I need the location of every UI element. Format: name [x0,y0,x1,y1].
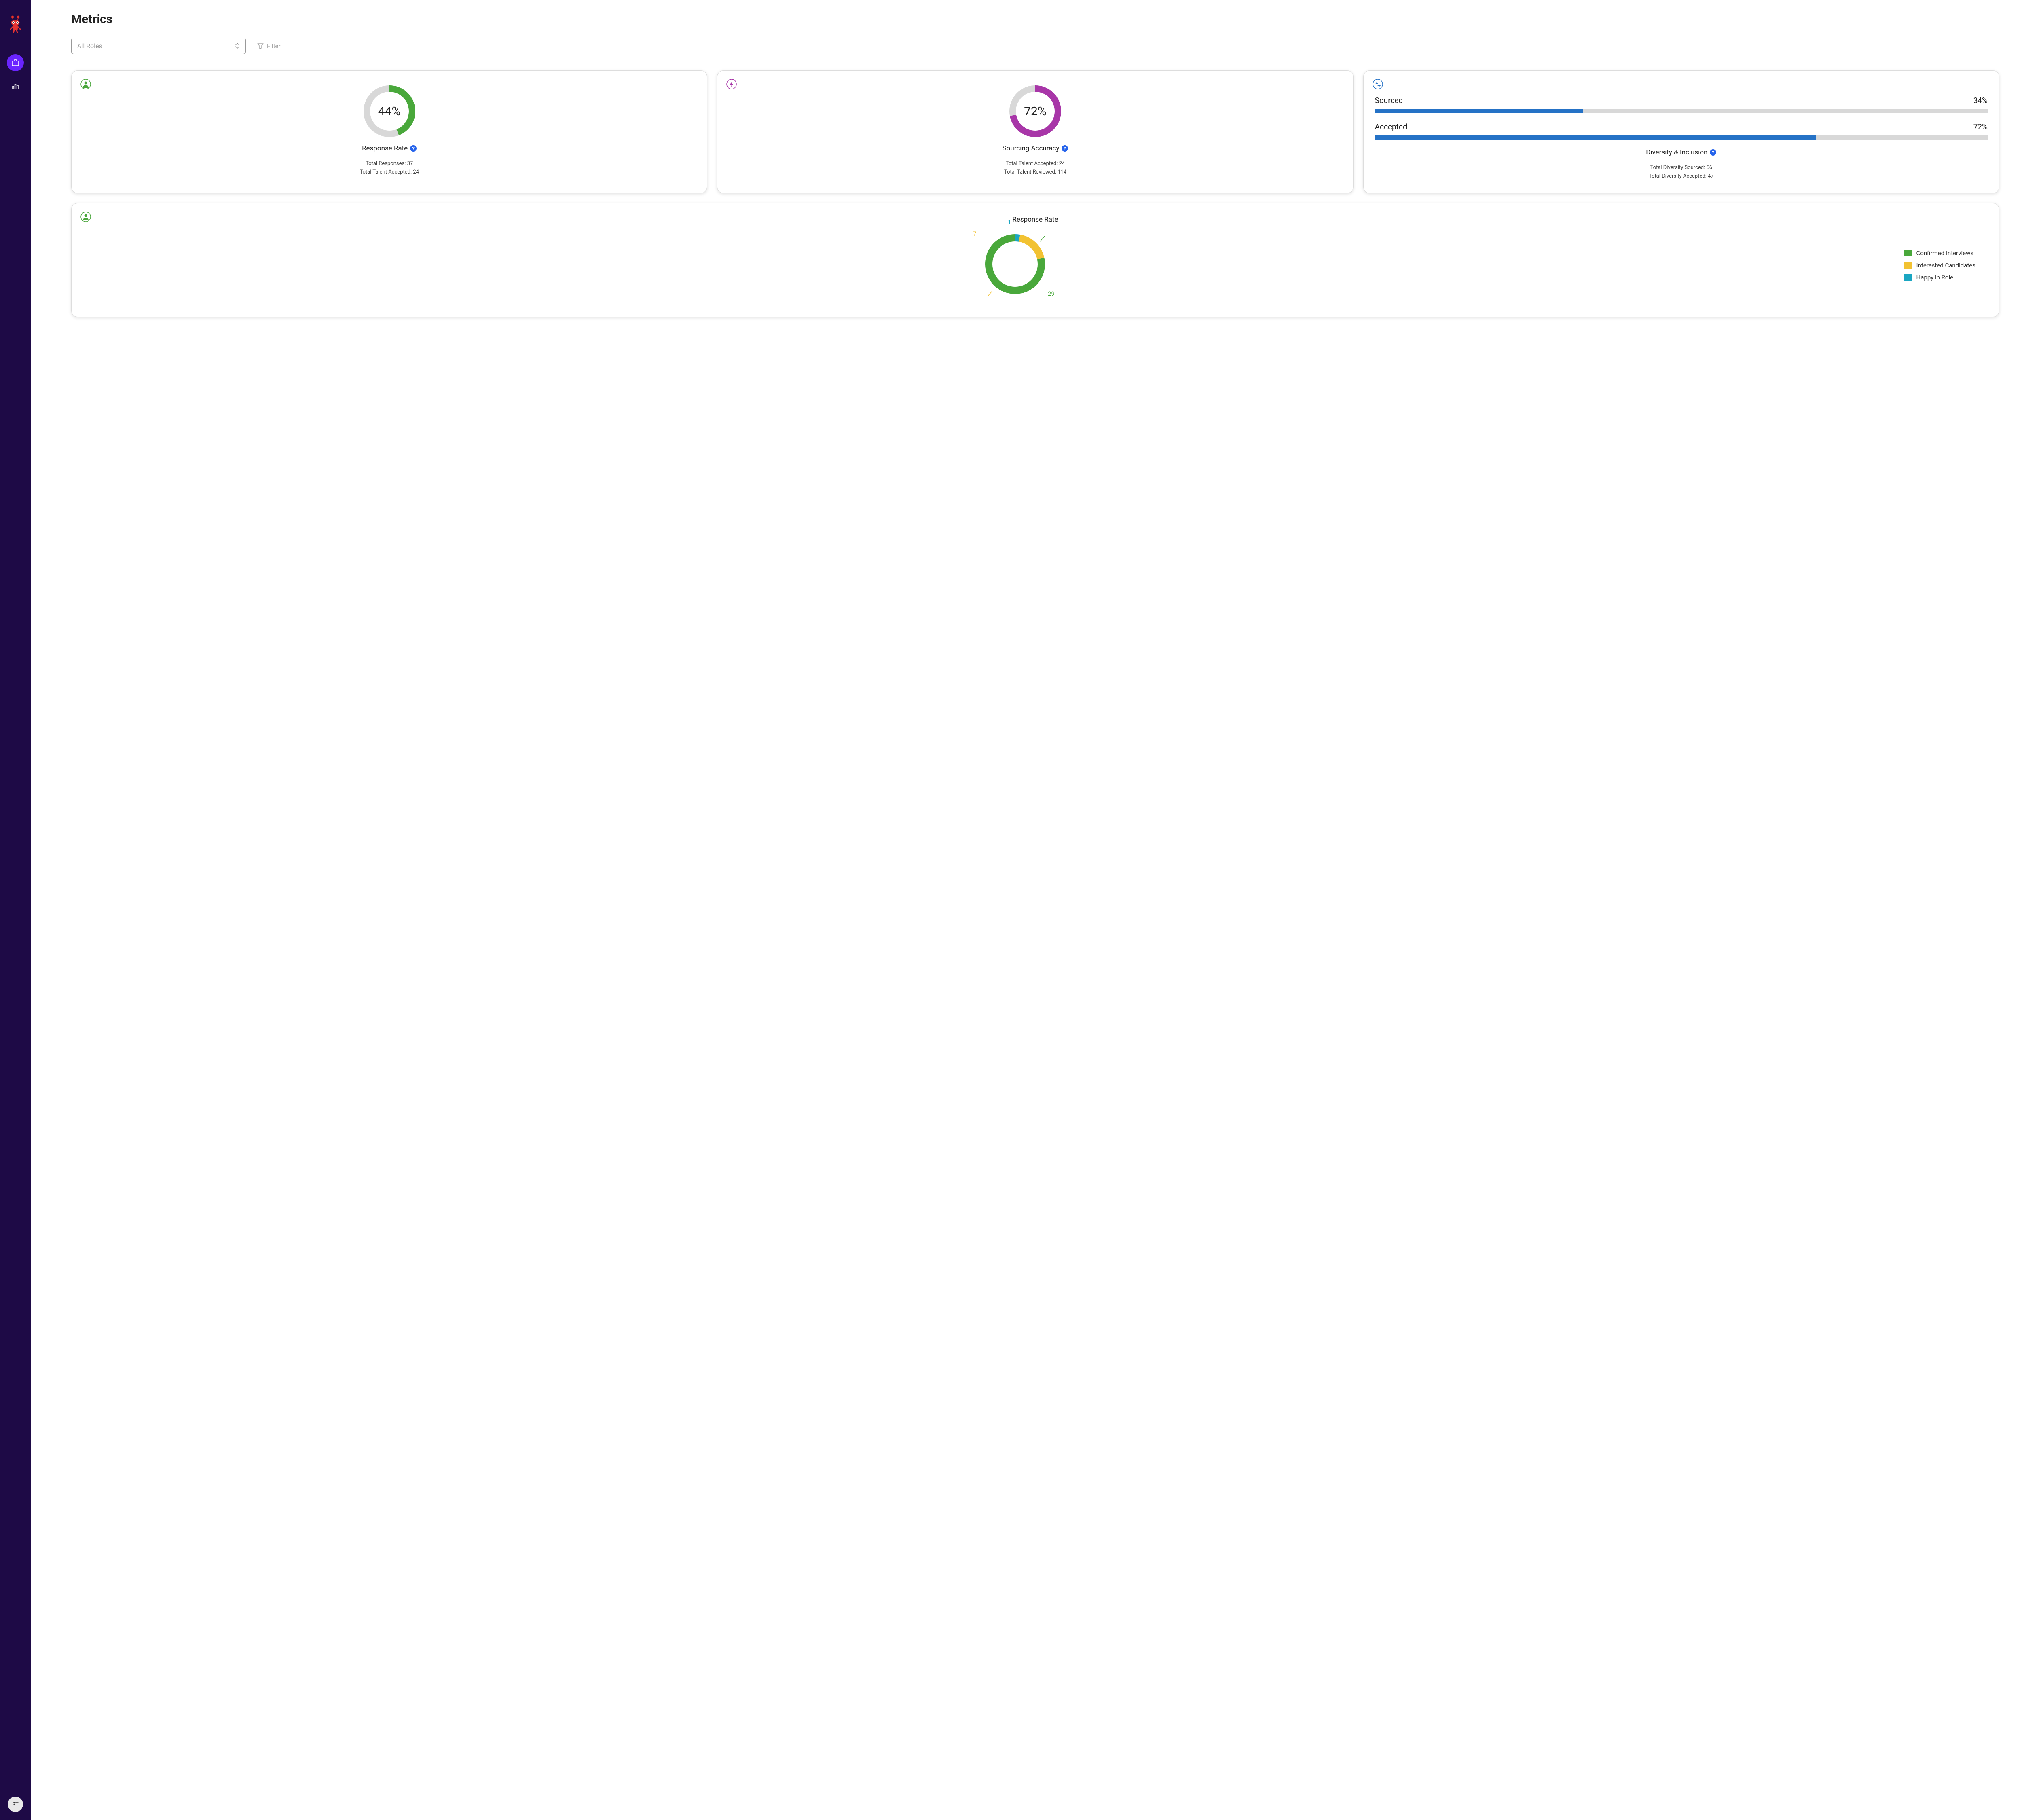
legend-item-happy: Happy in Role [1904,274,1975,281]
controls-row: All Roles Filter [71,38,1999,54]
nav-item-roles[interactable] [7,54,24,71]
bar-sourced-label: Sourced [1375,96,1403,105]
role-select-value: All Roles [77,42,102,50]
legend-label-interested: Interested Candidates [1916,262,1975,269]
response-rate-pie: 29 7 1 [979,228,1051,301]
response-rate-stat2: Total Talent Accepted: 24 [360,168,419,177]
globe-icon [1373,79,1383,91]
help-icon[interactable]: ? [410,145,417,152]
response-rate-stat1: Total Responses: 37 [360,160,419,168]
robot-logo-icon [8,15,23,35]
sourcing-accuracy-title: Sourcing Accuracy [1003,144,1060,152]
help-icon[interactable]: ? [1710,149,1716,156]
sourcing-accuracy-stat2: Total Talent Reviewed: 114 [1004,168,1066,177]
bar-accepted-label: Accepted [1375,122,1407,131]
swatch-green-icon [1904,250,1912,256]
response-rate-donut: 44% [363,85,416,138]
user-avatar[interactable]: RT [8,1797,23,1812]
legend-label-confirmed: Confirmed Interviews [1916,250,1974,257]
sourcing-accuracy-stat1: Total Talent Accepted: 24 [1004,160,1066,168]
bar-accepted-percent: 72% [1973,122,1988,131]
person-icon [80,212,91,224]
nav-item-metrics[interactable] [7,78,24,95]
bar-sourced: Sourced 34% [1375,96,1988,113]
response-rate-chart-title: Response Rate [83,216,1988,224]
role-select[interactable]: All Roles [71,38,246,54]
legend-label-happy: Happy in Role [1916,274,1954,281]
avatar-initials: RT [12,1801,19,1807]
filter-button[interactable]: Filter [257,42,281,50]
lightning-icon [726,79,737,91]
card-diversity-inclusion: Sourced 34% Accepted 72% Diversi [1363,70,1999,193]
main-content: Metrics All Roles Filter [31,0,2022,1820]
card-sourcing-accuracy: 72% Sourcing Accuracy ? Total Talent Acc… [717,70,1353,193]
sourcing-accuracy-donut: 72% [1009,85,1062,138]
metrics-cards-row: 44% Response Rate ? Total Responses: 37 … [71,70,1999,193]
swatch-cyan-icon [1904,274,1912,281]
response-rate-legend: Confirmed Interviews Interested Candidat… [1904,250,1975,286]
sidebar: RT [0,0,31,1820]
pie-label-happy: 1 [1008,219,1011,226]
bar-sourced-percent: 34% [1973,96,1988,105]
legend-item-interested: Interested Candidates [1904,262,1975,269]
select-arrows-icon [235,42,240,49]
diversity-stat2: Total Diversity Accepted: 47 [1375,172,1988,181]
sourcing-accuracy-percent: 72% [1009,85,1062,138]
filter-icon [257,43,264,49]
card-response-rate: 44% Response Rate ? Total Responses: 37 … [71,70,707,193]
pie-label-interested: 7 [973,230,976,237]
briefcase-icon [11,59,19,67]
help-icon[interactable]: ? [1062,145,1068,152]
diversity-stat1: Total Diversity Sourced: 56 [1375,164,1988,172]
pie-label-confirmed: 29 [1048,290,1055,297]
card-response-rate-chart: Response Rate 29 7 1 [71,203,1999,317]
bar-accepted: Accepted 72% [1375,122,1988,140]
diversity-inclusion-title: Diversity & Inclusion [1646,148,1707,157]
person-icon [80,79,91,91]
page-title: Metrics [71,12,1999,26]
bar-chart-icon [11,82,19,90]
response-rate-title: Response Rate [362,144,408,152]
swatch-yellow-icon [1904,262,1912,269]
response-rate-percent: 44% [363,85,416,138]
legend-item-confirmed: Confirmed Interviews [1904,250,1975,257]
filter-label: Filter [267,42,281,50]
